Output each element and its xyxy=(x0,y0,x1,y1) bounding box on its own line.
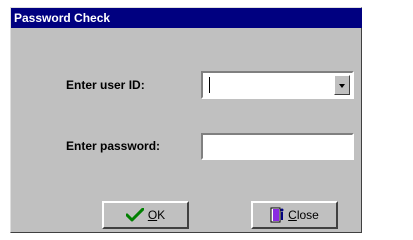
close-button-label: Close xyxy=(288,208,319,222)
door-exit-icon xyxy=(270,207,284,223)
user-id-dropdown-button[interactable] xyxy=(334,75,350,95)
chevron-down-icon xyxy=(339,84,345,88)
checkmark-icon xyxy=(125,208,144,222)
password-input[interactable] xyxy=(201,133,354,160)
user-id-label: Enter user ID: xyxy=(66,78,145,92)
password-label: Enter password: xyxy=(66,139,161,153)
dialog-title: Password Check xyxy=(14,11,111,25)
user-id-combobox[interactable] xyxy=(201,71,354,99)
dialog-titlebar: Password Check xyxy=(11,8,362,28)
close-button[interactable]: Close xyxy=(251,201,338,229)
ok-button-label: OK xyxy=(147,208,166,222)
password-check-dialog: Password Check Enter user ID: Enter pass… xyxy=(10,7,362,233)
text-caret xyxy=(209,77,210,93)
ok-button[interactable]: OK xyxy=(102,201,189,229)
